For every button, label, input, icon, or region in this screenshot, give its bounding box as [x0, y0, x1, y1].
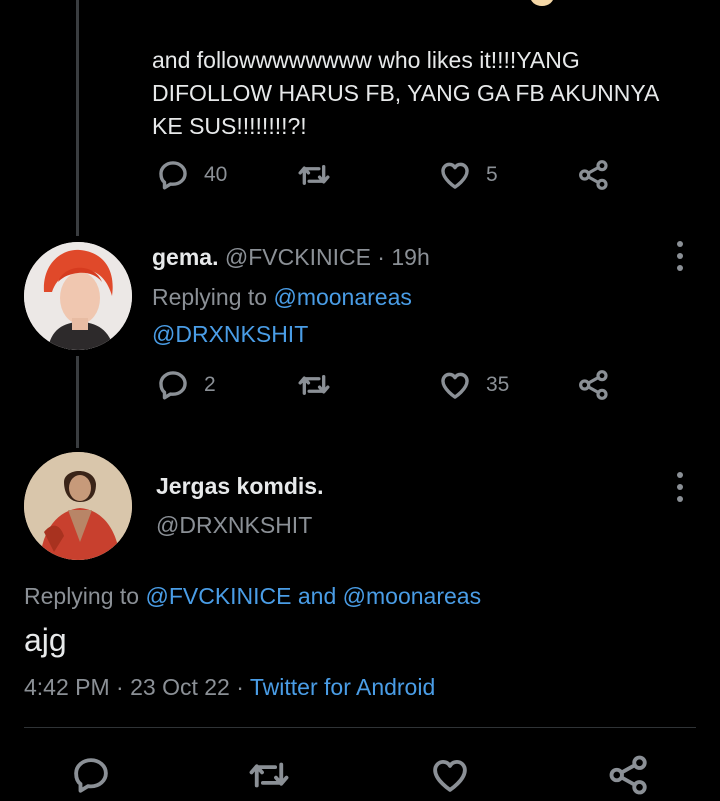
more-icon: [677, 472, 683, 478]
more-button-reply1[interactable]: [675, 241, 685, 271]
tweet-text-top: and followwwwwwww who likes it!!!!YANG D…: [152, 47, 659, 139]
actions-top: 40 5: [152, 158, 632, 198]
divider: [24, 727, 696, 728]
retweet-icon: [249, 762, 289, 788]
share-icon: [609, 755, 647, 795]
like-count: 5: [486, 163, 498, 186]
reply-icon: [159, 371, 187, 400]
reply-button[interactable]: [70, 754, 112, 801]
main-tweet-text: ajg: [24, 622, 67, 658]
main-display-name[interactable]: Jergas komdis.: [156, 470, 323, 502]
main-time: 4:42 PM: [24, 674, 110, 700]
retweet-icon: [298, 165, 330, 185]
separator: ·: [116, 674, 124, 700]
avatar-image: [24, 242, 132, 350]
mention-link-fvckinice[interactable]: @FVCKINICE: [145, 583, 291, 609]
retweet-button[interactable]: [296, 368, 332, 402]
like-button[interactable]: [428, 754, 472, 801]
separator: ·: [236, 674, 244, 700]
avatar-gema[interactable]: [24, 242, 132, 350]
timestamp[interactable]: 19h: [391, 244, 429, 270]
like-icon: [441, 372, 469, 399]
main-replying-to: Replying to @FVCKINICE and @moonareas: [24, 578, 481, 614]
separator: ·: [377, 244, 385, 270]
reply-button[interactable]: 40: [156, 158, 227, 192]
handle[interactable]: @FVCKINICE: [225, 244, 371, 270]
source-link[interactable]: Twitter for Android: [250, 674, 435, 700]
reply-icon: [74, 758, 108, 793]
share-icon: [579, 370, 608, 400]
share-button[interactable]: [578, 158, 610, 192]
actions-reply1: 2 35: [152, 368, 632, 408]
reply1-header: gema. @FVCKINICE · 19h: [152, 241, 430, 273]
share-button[interactable]: [608, 754, 650, 801]
mention-link-drxnkshit[interactable]: @DRXNKSHIT: [152, 316, 308, 352]
reply-count: 2: [204, 373, 216, 396]
like-icon: [441, 162, 469, 189]
reply1-replying-to: Replying to @moonareas: [152, 278, 412, 316]
reply-button[interactable]: 2: [156, 368, 216, 402]
display-name[interactable]: gema.: [152, 244, 218, 270]
main-handle[interactable]: @DRXNKSHIT: [156, 509, 312, 541]
main-date: 23 Oct 22: [130, 674, 230, 700]
retweet-icon: [298, 375, 330, 395]
share-button[interactable]: [578, 368, 610, 402]
mention-link[interactable]: @moonareas: [273, 284, 411, 310]
like-button[interactable]: 35: [438, 368, 509, 402]
like-icon: [433, 759, 467, 792]
emoji-partial: [530, 0, 554, 6]
reply-count: 40: [204, 163, 228, 186]
replying-to-label: Replying to: [152, 284, 268, 310]
like-count: 35: [486, 373, 510, 396]
like-button[interactable]: 5: [438, 158, 498, 192]
thread-line-top: [76, 0, 79, 236]
retweet-button[interactable]: [246, 754, 292, 801]
avatar-image: [24, 452, 132, 560]
more-button-main[interactable]: [675, 472, 685, 502]
mention-link-moonareas[interactable]: @moonareas: [343, 583, 481, 609]
thread-line-mid: [76, 356, 79, 448]
avatar-jergas[interactable]: [24, 452, 132, 560]
replying-and: and: [297, 583, 337, 609]
replying-to-label: Replying to: [24, 583, 140, 609]
more-icon: [677, 241, 683, 247]
main-meta: 4:42 PM · 23 Oct 22 · Twitter for Androi…: [24, 670, 435, 704]
retweet-button[interactable]: [296, 158, 332, 192]
share-icon: [579, 160, 608, 190]
reply-icon: [159, 161, 187, 190]
main-actions: [0, 752, 720, 795]
